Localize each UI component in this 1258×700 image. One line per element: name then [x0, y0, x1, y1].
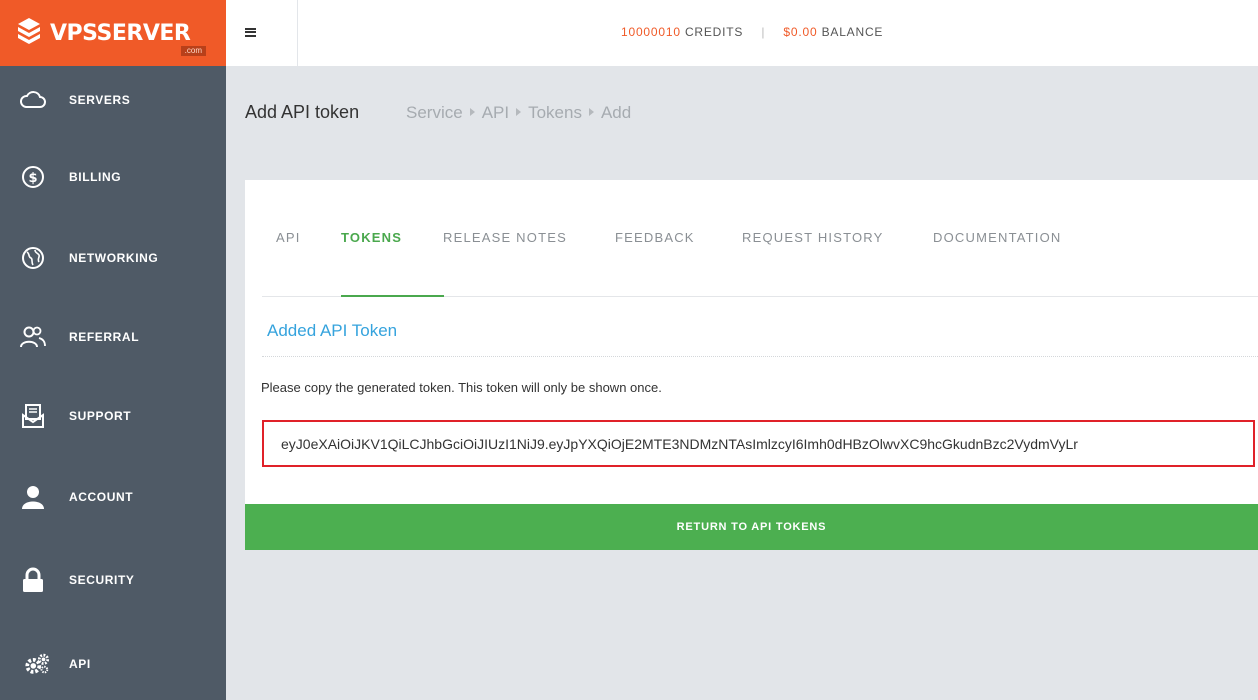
balance-label: BALANCE: [821, 25, 884, 39]
users-icon: [20, 324, 46, 350]
lock-icon: [20, 567, 46, 593]
page-title: Add API token: [245, 102, 360, 122]
sidebar-item-label: API: [69, 657, 91, 671]
sidebar-item-label: SUPPORT: [69, 409, 132, 423]
brand-name: VPSSERVER: [50, 20, 191, 46]
sidebar-item-billing[interactable]: $ BILLING: [0, 147, 226, 207]
api-token-field[interactable]: eyJ0eXAiOiJKV1QiLCJhbGciOiJIUzI1NiJ9.eyJ…: [262, 420, 1255, 467]
sidebar-item-label: ACCOUNT: [69, 490, 134, 504]
breadcrumb-item-api[interactable]: API: [482, 103, 509, 122]
cloud-icon: [20, 87, 46, 113]
sidebar-item-label: BILLING: [69, 170, 122, 184]
dollar-circle-icon: $: [20, 164, 46, 190]
tab-documentation[interactable]: DOCUMENTATION: [933, 230, 1062, 245]
sidebar-item-referral[interactable]: REFERRAL: [0, 307, 226, 367]
active-tab-indicator: [341, 295, 444, 297]
sidebar-item-networking[interactable]: NETWORKING: [0, 228, 226, 288]
breadcrumb-arrow-icon: [588, 108, 594, 116]
tab-api[interactable]: API: [276, 230, 301, 245]
brand-logo[interactable]: VPSSERVER .com: [0, 0, 226, 66]
credits-value: 10000010: [621, 25, 681, 39]
breadcrumb-arrow-icon: [469, 108, 475, 116]
api-token-value[interactable]: eyJ0eXAiOiJKV1QiLCJhbGciOiJIUzI1NiJ9.eyJ…: [281, 436, 1078, 452]
gears-icon: [24, 651, 50, 677]
breadcrumb: Service API Tokens Add: [406, 103, 631, 123]
sidebar: VPSSERVER .com SERVERS $ BILLING NETWORK…: [0, 0, 226, 700]
token-instructions: Please copy the generated token. This to…: [261, 380, 662, 395]
hamburger-menu-button[interactable]: [226, 0, 298, 66]
sidebar-item-label: SERVERS: [69, 93, 131, 107]
breadcrumb-item-add: Add: [600, 103, 632, 122]
globe-icon: [20, 245, 46, 271]
hamburger-icon: [245, 27, 256, 37]
section-divider: [262, 356, 1258, 357]
credits-separator: |: [761, 25, 766, 39]
tab-release-notes[interactable]: RELEASE NOTES: [443, 230, 567, 245]
envelope-document-icon: [20, 403, 46, 429]
sidebar-item-label: SECURITY: [69, 573, 135, 587]
tab-feedback[interactable]: FEEDBACK: [615, 230, 695, 245]
sidebar-item-servers[interactable]: SERVERS: [0, 70, 226, 130]
breadcrumb-arrow-icon: [516, 108, 522, 116]
sidebar-item-label: REFERRAL: [69, 330, 140, 344]
tab-bar: API TOKENS RELEASE NOTES FEEDBACK REQUES…: [262, 180, 1258, 297]
credits-label: CREDITS: [684, 25, 744, 39]
sidebar-item-security[interactable]: SECURITY: [0, 550, 226, 610]
section-title: Added API Token: [267, 321, 398, 340]
content-card: API TOKENS RELEASE NOTES FEEDBACK REQUES…: [245, 180, 1258, 550]
tab-request-history[interactable]: REQUEST HISTORY: [742, 230, 884, 245]
sidebar-item-support[interactable]: SUPPORT: [0, 386, 226, 446]
svg-text:$: $: [28, 171, 37, 186]
return-to-api-tokens-button[interactable]: RETURN TO API TOKENS: [245, 504, 1258, 550]
page-header: Add API token Service API Tokens Add: [226, 66, 1258, 160]
user-icon: [20, 484, 46, 510]
balance-value: $0.00: [783, 25, 818, 39]
credits-balance-display: 10000010 CREDITS | $0.00 BALANCE: [621, 25, 883, 39]
brand-suffix: .com: [180, 46, 206, 56]
sidebar-item-api[interactable]: API: [0, 634, 226, 694]
top-bar: 10000010 CREDITS | $0.00 BALANCE: [226, 0, 1258, 66]
tab-tokens[interactable]: TOKENS: [341, 230, 402, 245]
sidebar-item-account[interactable]: ACCOUNT: [0, 467, 226, 527]
breadcrumb-item-service[interactable]: Service: [406, 103, 463, 122]
breadcrumb-item-tokens[interactable]: Tokens: [528, 103, 582, 122]
return-button-label: RETURN TO API TOKENS: [676, 521, 827, 533]
brand-logo-icon: [18, 18, 40, 44]
sidebar-item-label: NETWORKING: [69, 251, 159, 265]
